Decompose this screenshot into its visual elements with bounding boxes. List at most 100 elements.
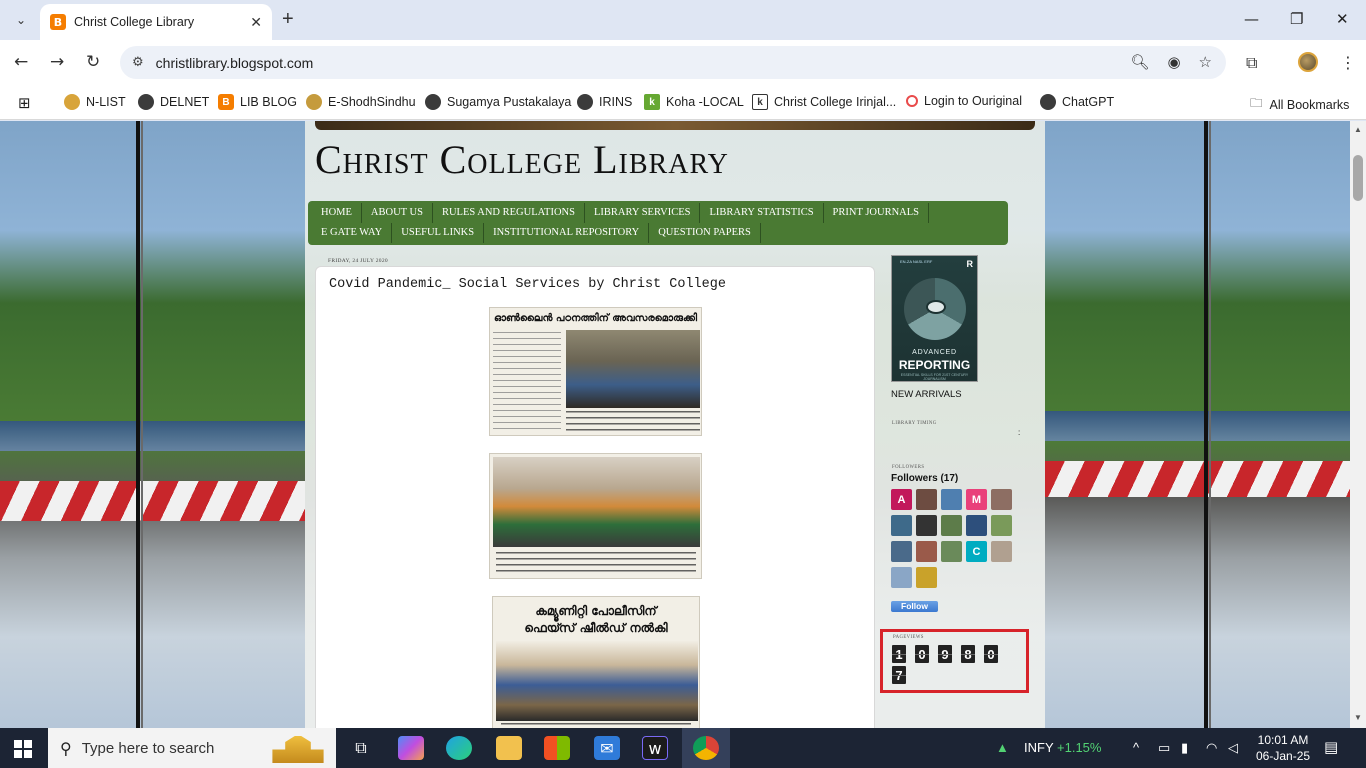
- tab-search-chevron-icon[interactable]: ⌄: [8, 8, 34, 32]
- minimize-icon[interactable]: —: [1244, 10, 1259, 28]
- battery-icon[interactable]: ▮: [1181, 740, 1188, 756]
- blog-title[interactable]: Christ College Library: [315, 136, 729, 183]
- menu-rules[interactable]: RULES AND REGULATIONS: [433, 203, 585, 223]
- bookmark-irins[interactable]: IRINS: [577, 94, 632, 110]
- follower-avatar[interactable]: [991, 489, 1012, 510]
- file-explorer-icon[interactable]: [496, 736, 522, 760]
- pageview-digit: 8: [961, 645, 975, 663]
- wifi-icon[interactable]: ◠: [1206, 740, 1217, 756]
- chrome-browser-icon[interactable]: [693, 736, 719, 760]
- taskbar-search-box[interactable]: ⚲ Type here to search: [48, 728, 336, 768]
- tab-title: Christ College Library: [74, 15, 195, 29]
- new-arrival-book-cover[interactable]: EN-ZA NASL ERF R ADVANCED REPORTING ESSE…: [891, 255, 978, 382]
- bookmark-ouriginal[interactable]: Login to Ouriginal: [906, 94, 1022, 108]
- page-scrollbar[interactable]: ▲ ▼: [1350, 121, 1366, 728]
- bookmark-eshodhsindhu[interactable]: E-ShodhSindhu: [306, 94, 416, 110]
- address-bar[interactable]: ⚙ christlibrary.blogspot.com 🔍︎ ◉ ☆: [120, 46, 1226, 79]
- follower-avatar[interactable]: [916, 515, 937, 536]
- post-title[interactable]: Covid Pandemic_ Social Services by Chris…: [329, 277, 726, 292]
- new-tab-plus-icon[interactable]: +: [282, 8, 294, 31]
- clipping-photo: [566, 330, 700, 408]
- show-hidden-icons-chevron-icon[interactable]: ^: [1133, 740, 1139, 755]
- extensions-puzzle-icon[interactable]: ⧉: [1246, 53, 1257, 73]
- folder-icon: 🗀: [1250, 95, 1263, 110]
- bookmark-sugamya[interactable]: Sugamya Pustakalaya: [425, 94, 571, 110]
- follow-button[interactable]: Follow: [891, 601, 938, 612]
- follower-avatar[interactable]: [991, 515, 1012, 536]
- background-curb-stripes: [0, 481, 305, 521]
- reload-icon[interactable]: ↻: [86, 52, 100, 72]
- meet-now-icon[interactable]: ▭: [1158, 740, 1170, 756]
- site-info-icon[interactable]: ⚙: [132, 55, 144, 70]
- microsoft-store-icon[interactable]: [544, 736, 570, 760]
- copilot-icon[interactable]: [398, 736, 424, 760]
- bookmark-delnet[interactable]: DELNET: [138, 94, 209, 110]
- back-arrow-icon[interactable]: ←: [14, 52, 28, 72]
- follower-avatar[interactable]: [966, 515, 987, 536]
- stock-ticker[interactable]: INFY +1.15%: [1024, 740, 1101, 755]
- profile-avatar[interactable]: [1298, 52, 1318, 72]
- background-frame-line: [1204, 121, 1208, 728]
- menu-useful-links[interactable]: USEFUL LINKS: [392, 223, 485, 243]
- zoom-icon[interactable]: 🔍︎: [1130, 53, 1149, 71]
- notifications-icon[interactable]: ▤: [1324, 738, 1338, 756]
- post-date: Friday, 24 July 2020: [328, 258, 388, 264]
- follower-avatar[interactable]: [916, 541, 937, 562]
- all-bookmarks[interactable]: 🗀 All Bookmarks: [1250, 94, 1349, 115]
- follower-avatar[interactable]: A: [891, 489, 912, 510]
- apps-grid-icon[interactable]: ⊞: [18, 94, 31, 112]
- newspaper-clipping-2[interactable]: [489, 453, 702, 579]
- menu-library-services[interactable]: LIBRARY SERVICES: [585, 203, 701, 223]
- book-tag: EN-ZA NASL ERF: [900, 259, 933, 264]
- bookmark-nlist[interactable]: N-LIST: [64, 94, 126, 110]
- menu-question-papers[interactable]: QUESTION PAPERS: [649, 223, 761, 243]
- menu-about-us[interactable]: ABOUT US: [362, 203, 433, 223]
- menu-library-statistics[interactable]: LIBRARY STATISTICS: [700, 203, 824, 223]
- scrollbar-thumb[interactable]: [1353, 155, 1363, 201]
- edge-browser-icon[interactable]: [446, 736, 472, 760]
- follower-avatar[interactable]: [891, 515, 912, 536]
- newspaper-clipping-3[interactable]: കമ്യൂണിറ്റി പോലീസിന് ഫെയ്സ് ഷീൽഡ് നൽകി: [492, 596, 700, 728]
- wondershare-icon[interactable]: w: [642, 736, 668, 760]
- volume-icon[interactable]: ◁: [1228, 740, 1238, 756]
- scroll-down-arrow-icon[interactable]: ▼: [1354, 713, 1362, 722]
- koha-icon: k: [752, 94, 768, 110]
- pageviews-widget: PAGEVIEWS 1 0 9 8 0 7: [880, 629, 1029, 693]
- bookmark-chatgpt[interactable]: ChatGPT: [1040, 94, 1114, 110]
- newspaper-clipping-1[interactable]: ഓൺലൈൻ പഠനത്തിന് അവസരമൊരുക്കി: [489, 307, 702, 436]
- menu-print-journals[interactable]: PRINT JOURNALS: [824, 203, 929, 223]
- bookmark-koha[interactable]: k Koha -LOCAL: [644, 94, 744, 110]
- bookmark-christ-college[interactable]: k Christ College Irinjal...: [752, 94, 896, 110]
- close-window-icon[interactable]: ✕: [1336, 10, 1349, 28]
- mail-icon[interactable]: ✉: [594, 736, 620, 760]
- menu-home[interactable]: HOME: [312, 203, 362, 223]
- browser-tab[interactable]: B Christ College Library ✕: [40, 4, 272, 40]
- tracking-protection-eye-icon[interactable]: ◉: [1167, 53, 1180, 71]
- background-frame-line: [136, 121, 140, 728]
- pageview-digit: 7: [892, 666, 906, 684]
- followers-count[interactable]: Followers (17): [891, 473, 958, 484]
- follower-avatar[interactable]: [941, 515, 962, 536]
- follower-avatar[interactable]: [991, 541, 1012, 562]
- bookmark-star-icon[interactable]: ☆: [1199, 53, 1212, 71]
- restore-icon[interactable]: ❐: [1290, 10, 1303, 28]
- menu-institutional-repository[interactable]: INSTITUTIONAL REPOSITORY: [484, 223, 650, 243]
- clipping-heading-line: കമ്യൂണിറ്റി പോലീസിന്: [535, 604, 657, 618]
- menu-kebab-icon[interactable]: ⋮: [1340, 53, 1356, 72]
- follower-avatar[interactable]: C: [966, 541, 987, 562]
- task-view-icon[interactable]: ⧉: [348, 736, 374, 760]
- menu-e-gateway[interactable]: E GATE WAY: [312, 223, 393, 243]
- follower-avatar[interactable]: [941, 541, 962, 562]
- follower-avatar[interactable]: [891, 567, 912, 588]
- windows-start-icon[interactable]: [14, 740, 32, 758]
- follower-avatar[interactable]: M: [966, 489, 987, 510]
- follower-avatar[interactable]: [941, 489, 962, 510]
- follower-avatar[interactable]: [916, 489, 937, 510]
- bookmark-lib-blog[interactable]: B LIB BLOG: [218, 94, 297, 110]
- taskbar-clock[interactable]: 10:01 AM 06-Jan-25: [1256, 732, 1310, 764]
- follower-avatar[interactable]: [891, 541, 912, 562]
- tab-close-icon[interactable]: ✕: [250, 14, 262, 31]
- forward-arrow-icon[interactable]: →: [50, 52, 64, 72]
- scroll-up-arrow-icon[interactable]: ▲: [1354, 125, 1362, 134]
- follower-avatar[interactable]: [916, 567, 937, 588]
